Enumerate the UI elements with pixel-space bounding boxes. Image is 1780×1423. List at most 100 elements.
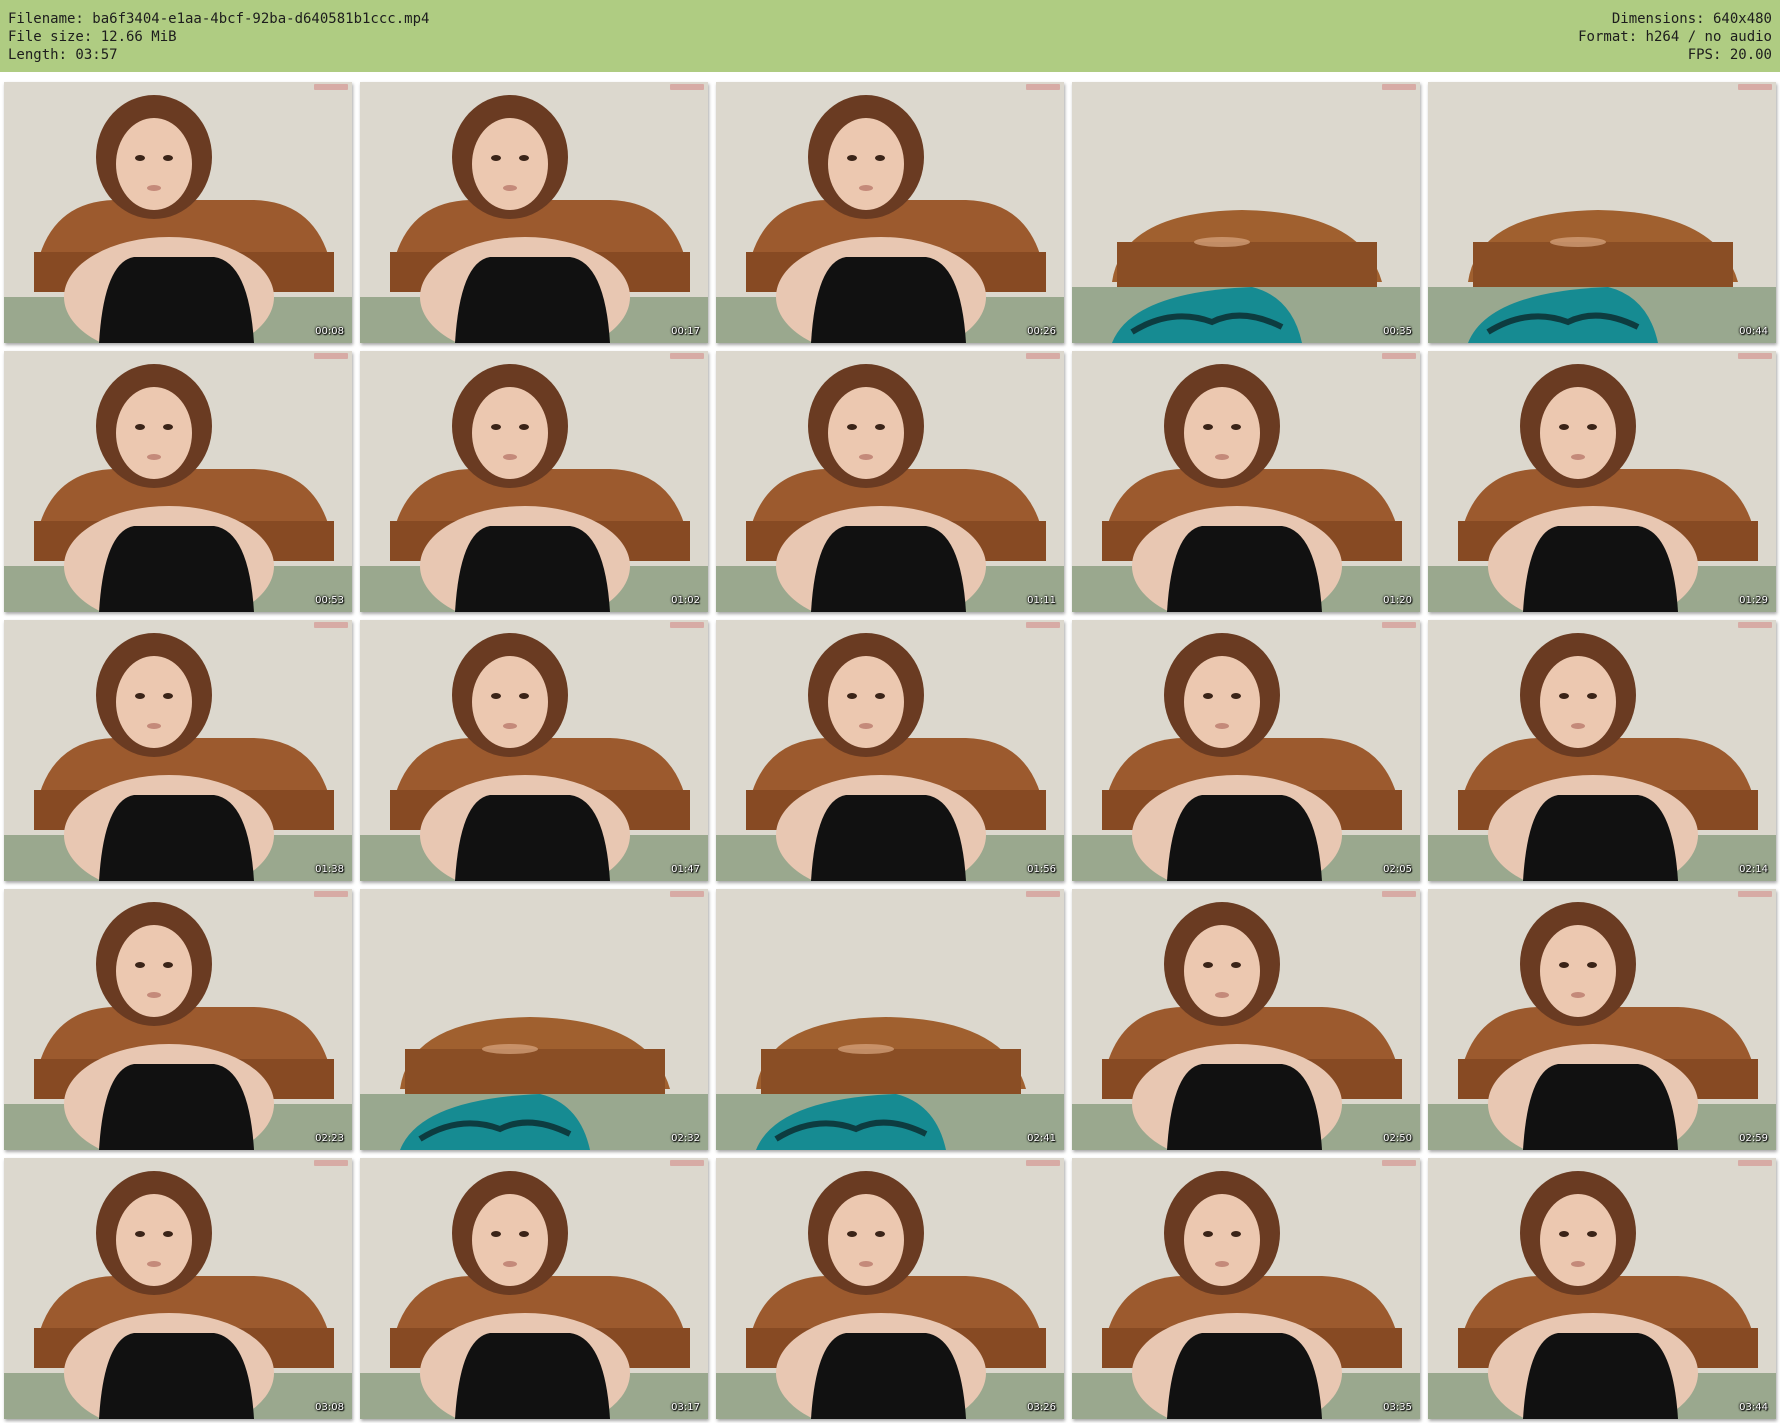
- thumbnail: 02:59: [1428, 889, 1776, 1150]
- thumbnail-frame-image: [360, 351, 708, 612]
- thumbnail-timestamp: 02:23: [315, 1133, 344, 1144]
- length-line: Length: 03:57: [8, 47, 118, 63]
- thumbnail-timestamp: 02:41: [1027, 1133, 1056, 1144]
- fps-line: FPS: 20.00: [1687, 47, 1772, 63]
- thumbnail-frame-image: [1428, 351, 1776, 612]
- thumbnail-frame-image: [1072, 620, 1420, 881]
- watermark: [1026, 1160, 1060, 1166]
- thumbnail-frame-image: [1428, 1158, 1776, 1419]
- thumbnail: 02:41: [716, 889, 1064, 1150]
- thumbnail: 01:20: [1072, 351, 1420, 612]
- watermark: [1382, 622, 1416, 628]
- thumbnail-frame-image: [716, 620, 1064, 881]
- thumbnail-frame-image: [4, 1158, 352, 1419]
- thumbnail: 00:17: [360, 82, 708, 343]
- thumbnail-timestamp: 01:38: [315, 864, 344, 875]
- thumbnail: 01:02: [360, 351, 708, 612]
- thumbnail-timestamp: 00:44: [1739, 326, 1768, 337]
- thumbnail: 03:08: [4, 1158, 352, 1419]
- thumbnail-frame-image: [716, 889, 1064, 1150]
- thumbnail: 03:35: [1072, 1158, 1420, 1419]
- thumbnail-timestamp: 01:56: [1027, 864, 1056, 875]
- thumbnail-frame-image: [360, 1158, 708, 1419]
- watermark: [1026, 622, 1060, 628]
- format-line: Format: h264 / no audio: [1578, 29, 1772, 45]
- thumbnail-frame-image: [4, 82, 352, 343]
- watermark: [314, 353, 348, 359]
- watermark: [1738, 1160, 1772, 1166]
- thumbnail-frame-image: [716, 351, 1064, 612]
- thumbnail: 00:26: [716, 82, 1064, 343]
- thumbnail-timestamp: 00:53: [315, 595, 344, 606]
- watermark: [670, 353, 704, 359]
- thumbnail: 00:08: [4, 82, 352, 343]
- thumbnail-frame-image: [4, 351, 352, 612]
- thumbnail: 00:35: [1072, 82, 1420, 343]
- thumbnail: 01:47: [360, 620, 708, 881]
- thumbnail-frame-image: [4, 620, 352, 881]
- watermark: [1382, 1160, 1416, 1166]
- watermark: [314, 891, 348, 897]
- thumbnail-timestamp: 03:44: [1739, 1402, 1768, 1413]
- thumbnail: 03:17: [360, 1158, 708, 1419]
- thumbnail-frame-image: [360, 620, 708, 881]
- watermark: [670, 622, 704, 628]
- watermark: [314, 622, 348, 628]
- thumbnail-timestamp: 01:02: [671, 595, 700, 606]
- thumbnail-grid: 00:08 00:17 00:26 00:35 00:44 00:53 01:02 01:11…: [4, 82, 1776, 1419]
- thumbnail: 00:53: [4, 351, 352, 612]
- thumbnail-timestamp: 02:14: [1739, 864, 1768, 875]
- thumbnail-timestamp: 03:26: [1027, 1402, 1056, 1413]
- thumbnail-frame-image: [716, 82, 1064, 343]
- thumbnail-frame-image: [1072, 82, 1420, 343]
- thumbnail-timestamp: 01:47: [671, 864, 700, 875]
- thumbnail: 02:05: [1072, 620, 1420, 881]
- thumbnail-frame-image: [1072, 889, 1420, 1150]
- watermark: [314, 1160, 348, 1166]
- thumbnail: 02:50: [1072, 889, 1420, 1150]
- thumbnail-timestamp: 00:17: [671, 326, 700, 337]
- watermark: [1026, 891, 1060, 897]
- watermark: [1738, 622, 1772, 628]
- thumbnail-timestamp: 00:26: [1027, 326, 1056, 337]
- thumbnail: 01:38: [4, 620, 352, 881]
- thumbnail-frame-image: [1428, 620, 1776, 881]
- thumbnail-timestamp: 02:05: [1383, 864, 1412, 875]
- thumbnail: 02:32: [360, 889, 708, 1150]
- watermark: [1738, 353, 1772, 359]
- watermark: [1382, 353, 1416, 359]
- filename-line: Filename: ba6f3404-e1aa-4bcf-92ba-d64058…: [8, 11, 430, 27]
- video-info: Dimensions: 640x480 Format: h264 / no au…: [1578, 10, 1772, 64]
- watermark: [670, 891, 704, 897]
- watermark: [1738, 891, 1772, 897]
- thumbnail-timestamp: 01:20: [1383, 595, 1412, 606]
- thumbnail-timestamp: 02:59: [1739, 1133, 1768, 1144]
- thumbnail-frame-image: [1428, 82, 1776, 343]
- watermark: [1382, 891, 1416, 897]
- thumbnail-timestamp: 03:08: [315, 1402, 344, 1413]
- watermark: [1026, 353, 1060, 359]
- watermark: [1382, 84, 1416, 90]
- watermark: [314, 84, 348, 90]
- thumbnail-frame-image: [360, 82, 708, 343]
- watermark: [1026, 84, 1060, 90]
- thumbnail: 01:29: [1428, 351, 1776, 612]
- thumbnail-timestamp: 02:32: [671, 1133, 700, 1144]
- watermark: [1738, 84, 1772, 90]
- thumbnail: 01:11: [716, 351, 1064, 612]
- thumbnail: 03:26: [716, 1158, 1064, 1419]
- thumbnail: 02:23: [4, 889, 352, 1150]
- thumbnail-timestamp: 02:50: [1383, 1133, 1412, 1144]
- filesize-line: File size: 12.66 MiB: [8, 29, 177, 45]
- thumbnail: 01:56: [716, 620, 1064, 881]
- dimensions-line: Dimensions: 640x480: [1611, 11, 1772, 27]
- thumbnail-frame-image: [4, 889, 352, 1150]
- thumbnail-frame-image: [1072, 351, 1420, 612]
- thumbnail-frame-image: [1428, 889, 1776, 1150]
- thumbnail: 00:44: [1428, 82, 1776, 343]
- thumbnail-timestamp: 00:08: [315, 326, 344, 337]
- thumbnail: 02:14: [1428, 620, 1776, 881]
- file-info: Filename: ba6f3404-e1aa-4bcf-92ba-d64058…: [8, 10, 429, 64]
- thumbnail-frame-image: [716, 1158, 1064, 1419]
- thumbnail-frame-image: [360, 889, 708, 1150]
